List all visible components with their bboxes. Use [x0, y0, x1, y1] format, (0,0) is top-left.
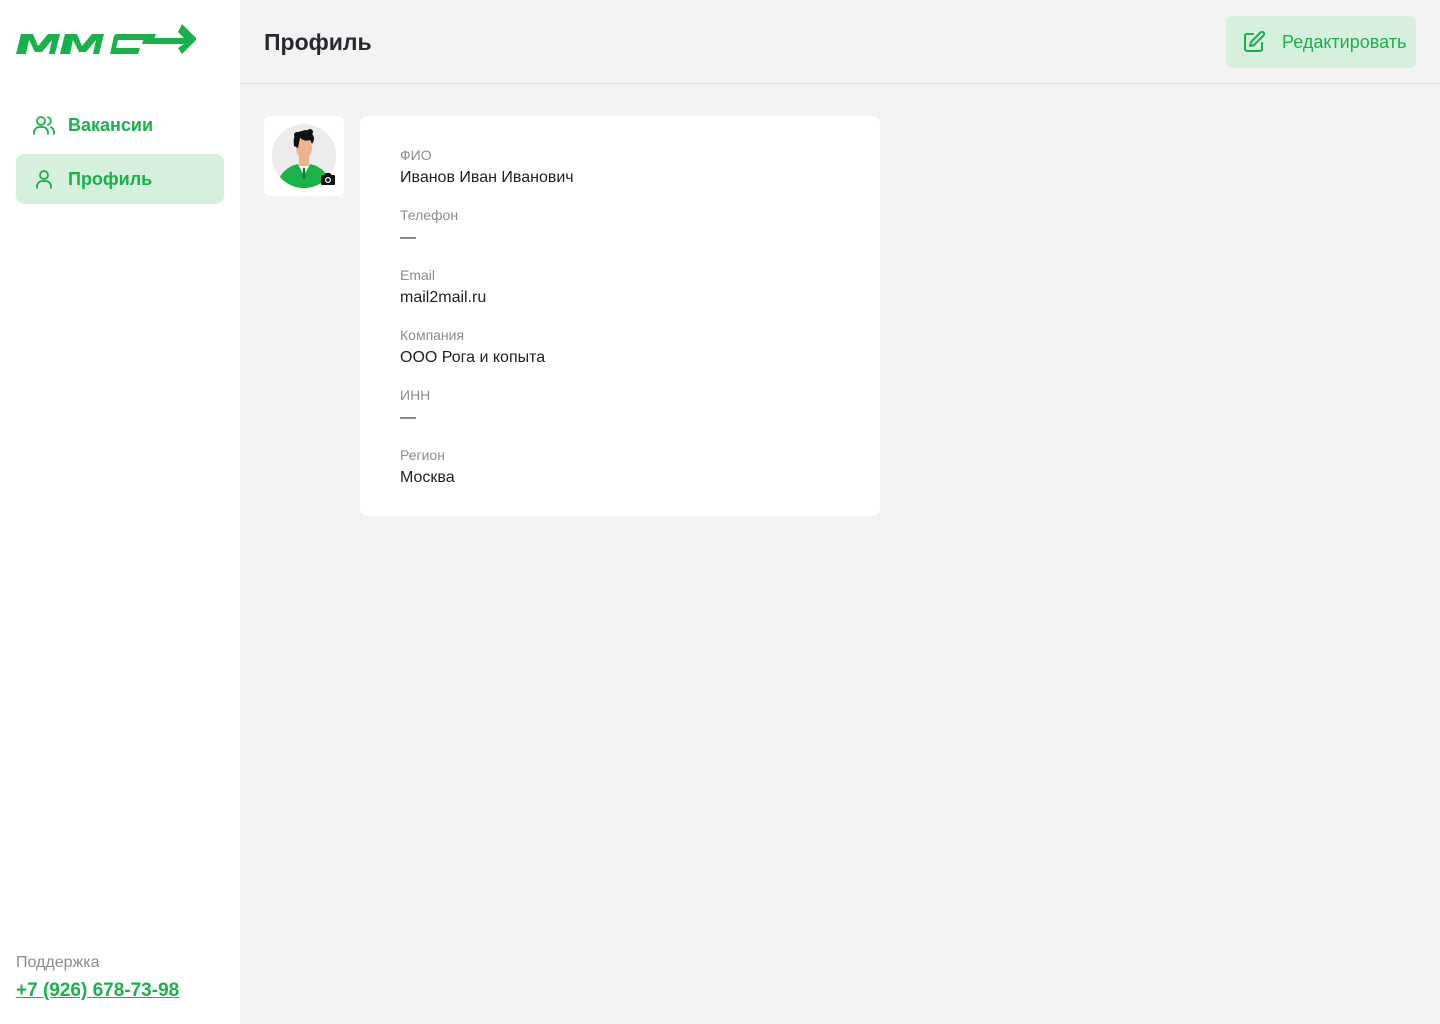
field-value: Москва — [400, 469, 455, 486]
sidebar-item-profile[interactable]: Профиль — [16, 154, 224, 204]
field-label: Регион — [400, 447, 445, 463]
field-value: mail2mail.ru — [400, 289, 487, 306]
field-label: Телефон — [400, 207, 459, 223]
edit-button-label: Редактировать — [1282, 31, 1407, 52]
sidebar-item-vacancies[interactable]: Вакансии — [16, 100, 224, 150]
mmc-logo[interactable] — [16, 22, 198, 58]
field-value: — — [400, 409, 416, 426]
sidebar-item-label: Вакансии — [68, 114, 154, 135]
header: Профиль Редактировать — [240, 0, 1440, 84]
avatar-card[interactable] — [264, 116, 344, 196]
field-email: Email mail2mail.ru — [400, 267, 840, 327]
edit-button[interactable]: Редактировать — [1226, 16, 1416, 68]
main-content: Профиль Редактировать ФИО Иванов Иван Ив… — [240, 0, 1440, 1024]
users-icon — [32, 113, 56, 137]
field-fio: ФИО Иванов Иван Иванович — [400, 147, 840, 207]
sidebar: Вакансии Профиль Поддержка +7 (926) 678-… — [0, 0, 240, 1024]
page-title: Профиль — [264, 29, 372, 55]
camera-icon[interactable] — [320, 172, 336, 186]
app: Вакансии Профиль Поддержка +7 (926) 678-… — [0, 0, 1440, 1024]
field-label: Компания — [400, 327, 465, 343]
field-value: — — [400, 229, 416, 246]
edit-icon — [1242, 30, 1266, 54]
field-value: ООО Рога и копыта — [400, 349, 546, 366]
field-label: ФИО — [400, 147, 432, 163]
profile-info-card: ФИО Иванов Иван Иванович Телефон — Email… — [360, 116, 880, 516]
support-caption: Поддержка — [16, 954, 100, 971]
user-icon — [32, 167, 56, 191]
sidebar-item-label: Профиль — [68, 168, 153, 189]
field-company: Компания ООО Рога и копыта — [400, 327, 840, 387]
field-inn: ИНН — — [400, 387, 840, 447]
field-label: ИНН — [400, 387, 431, 403]
sidebar-nav: Вакансии Профиль — [16, 100, 224, 208]
field-phone: Телефон — — [400, 207, 840, 267]
support-block: Поддержка +7 (926) 678-73-98 — [16, 954, 179, 1002]
support-phone-link[interactable]: +7 (926) 678-73-98 — [16, 980, 179, 1002]
field-region: Регион Москва — [400, 447, 840, 507]
field-value: Иванов Иван Иванович — [400, 169, 574, 186]
field-label: Email — [400, 267, 436, 283]
